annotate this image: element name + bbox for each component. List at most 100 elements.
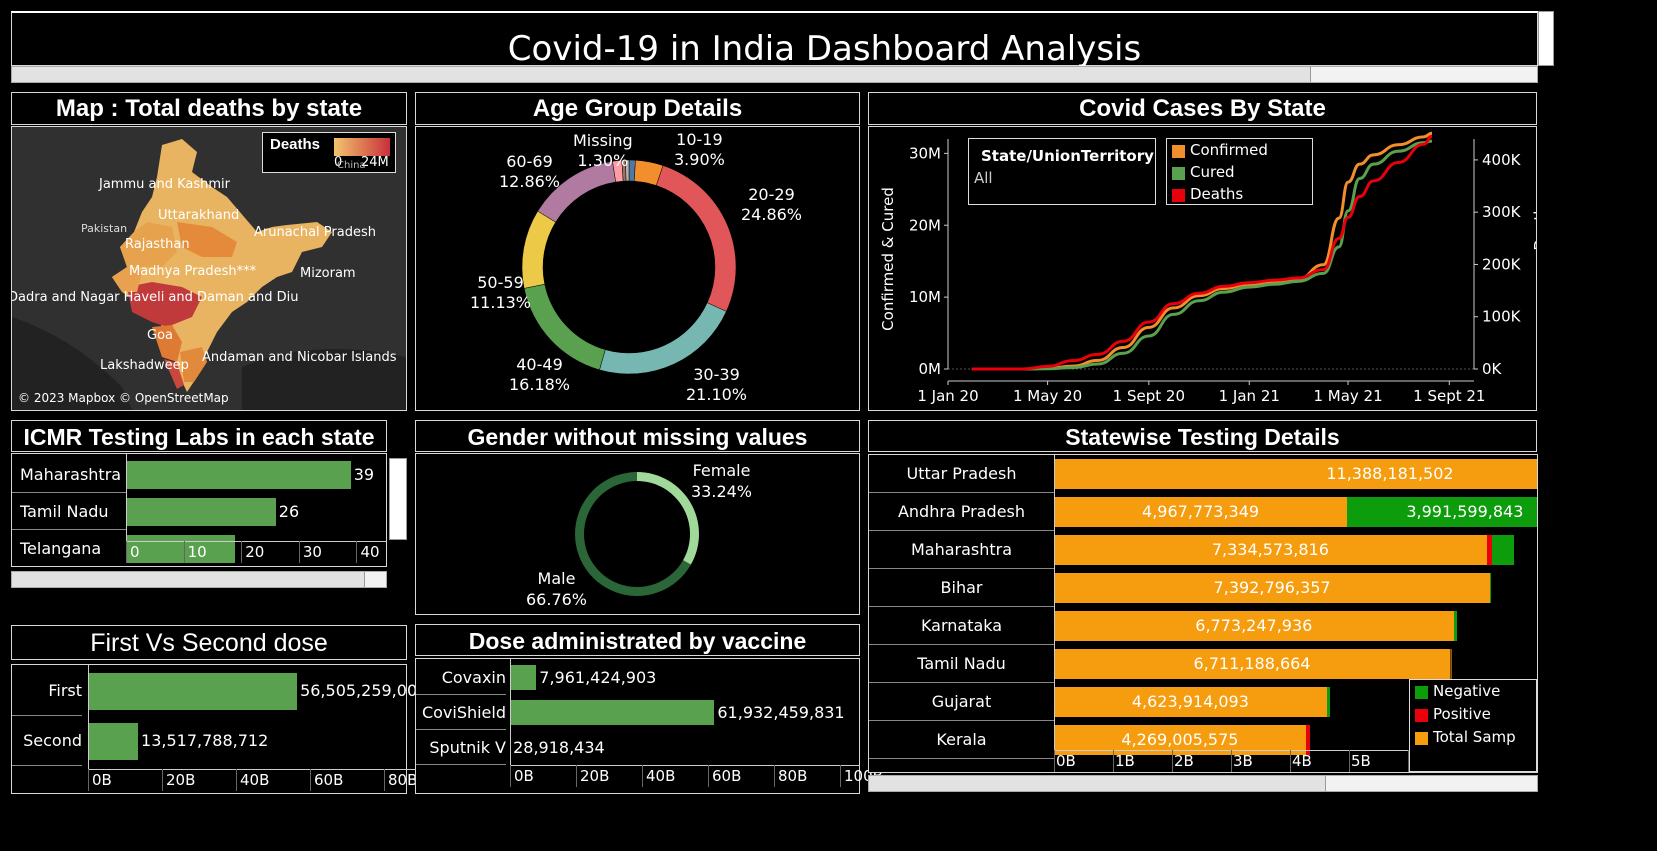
x-tick-mark	[126, 541, 127, 563]
map-label-goa: Goa	[147, 328, 173, 343]
map-label-dadra-daman-diu: Dadra and Nagar Haveli and Daman and Diu	[11, 290, 299, 305]
testing-title: Statewise Testing Details	[868, 420, 1537, 452]
y-tick-label: 20M	[909, 216, 941, 234]
x-tick-mark	[162, 769, 163, 791]
x-tick-label: 40B	[240, 771, 270, 789]
legend-swatch-deaths[interactable]	[1172, 189, 1185, 202]
labs-scrollbar[interactable]	[11, 571, 387, 588]
age-panel: 10-19 3.90% 20-29 24.86% 30-39 21.10% 40-49…	[415, 126, 860, 411]
legend-label-total-samp[interactable]: Total Samp	[1433, 728, 1516, 746]
labs-panel: Maharashtra 39 Tamil Nadu 26 Telangana 0 10 20 3…	[11, 453, 387, 567]
testing-panel: Uttar Pradesh 11,388,181,502 Andhra Prades…	[868, 454, 1538, 773]
scrollbar-thumb[interactable]	[12, 67, 1311, 82]
age-label-50-59: 50-59 11.13%	[470, 273, 532, 312]
x-tick-mark	[1113, 750, 1114, 772]
legend-swatch-cured[interactable]	[1172, 167, 1185, 180]
labs-title: ICMR Testing Labs in each state	[11, 420, 387, 452]
axis-line	[510, 765, 860, 766]
bar-segment-negative[interactable]	[1454, 611, 1457, 641]
bar-value-label: 3,991,599,843	[1406, 502, 1524, 521]
map-title: Map : Total deaths by state	[11, 92, 407, 125]
bar-value-label: 6,711,188,664	[1193, 654, 1311, 673]
age-label-40-49: 40-49 16.18%	[509, 355, 571, 394]
testing-state-label: Tamil Nadu	[869, 645, 1054, 683]
bar[interactable]	[88, 722, 139, 760]
bar[interactable]	[88, 672, 298, 710]
x-tick-mark	[384, 769, 385, 791]
x-tick-mark	[183, 541, 185, 563]
bar[interactable]	[510, 700, 715, 725]
scrollbar-thumb[interactable]	[12, 572, 365, 587]
legend-label-negative[interactable]: Negative	[1433, 682, 1500, 700]
scrollbar-thumb[interactable]	[869, 776, 1326, 791]
bar[interactable]	[510, 665, 537, 690]
age-donut-chart[interactable]	[416, 127, 859, 410]
map-panel[interactable]: Deaths 0 24M Jammu and Kashmir Pakistan …	[11, 126, 407, 411]
x-tick-label: 1 Sept 20	[1113, 387, 1185, 405]
x-tick-label: 3B	[1233, 752, 1253, 770]
age-slice-20-29[interactable]	[656, 165, 737, 312]
map-legend-title: Deaths	[270, 136, 321, 153]
map-attribution[interactable]: © 2023 Mapbox © OpenStreetMap	[18, 391, 229, 405]
labs-vscrollbar[interactable]	[389, 458, 407, 540]
cases-title: Covid Cases By State	[868, 92, 1537, 125]
x-tick-label: 80B	[778, 767, 808, 785]
bar[interactable]	[126, 460, 351, 489]
legend-swatch-confirmed[interactable]	[1172, 145, 1185, 158]
dose-bar-chart[interactable]: First 56,505,259,004 Second 13,517,788,712 0…	[12, 665, 478, 793]
x-tick-mark	[708, 765, 709, 787]
dose-panel: First 56,505,259,004 Second 13,517,788,712 0…	[11, 664, 478, 794]
legend-label-positive[interactable]: Positive	[1433, 705, 1491, 723]
legend-swatch-negative[interactable]	[1415, 686, 1428, 699]
legend-label-cured[interactable]: Cured	[1190, 163, 1235, 181]
state-filter[interactable]: State/UnionTerritory All	[968, 138, 1156, 205]
map-legend-gradient	[334, 138, 390, 156]
x-tick-label: 1B	[1115, 752, 1135, 770]
x-tick-label: 0B	[514, 767, 534, 785]
bar-category-label: Telangana	[12, 530, 126, 566]
x-tick-label: 0B	[92, 771, 112, 789]
testing-scrollbar[interactable]	[868, 775, 1538, 792]
bar-value-label: 6,773,247,936	[1195, 616, 1313, 635]
age-slice-30-39[interactable]	[599, 302, 727, 375]
bar-category-label: Second	[12, 716, 82, 766]
testing-state-label: Uttar Pradesh	[869, 455, 1054, 493]
age-label-30-39: 30-39 21.10%	[686, 365, 748, 404]
state-filter-value[interactable]: All	[974, 169, 993, 187]
bar-segment-negative[interactable]	[1450, 649, 1452, 679]
bar-segment-negative[interactable]	[1492, 535, 1515, 565]
bar-segment-negative[interactable]	[1490, 573, 1492, 603]
cases-panel: 0M 10M 20M 30M 0K 100K 200K 300K 400K 1 Jan 20 1 M…	[868, 126, 1549, 411]
bar-value-label: 39	[353, 465, 375, 484]
cases-legend: Confirmed Cured Deaths	[1166, 138, 1313, 205]
bar[interactable]	[126, 534, 236, 563]
vaccine-panel: Covaxin 7,961,424,903 CoviShield 61,932,459…	[415, 658, 883, 794]
x-tick-label: 0B	[1056, 752, 1076, 770]
legend-swatch-total-samp[interactable]	[1415, 732, 1428, 745]
bar[interactable]	[126, 497, 276, 526]
bar-value-label: 13,517,788,712	[141, 731, 269, 750]
dashboard-title: Covid-19 in India Dashboard Analysis	[507, 29, 1142, 69]
labs-bar-chart[interactable]: Maharashtra 39 Tamil Nadu 26 Telangana 0 10 20 3…	[12, 454, 386, 566]
map-label-arunachal-pradesh: Arunachal Pradesh	[254, 225, 376, 240]
x-tick-mark	[1231, 750, 1232, 772]
testing-state-label: Karnataka	[869, 607, 1054, 645]
bar-segment-negative[interactable]	[1327, 687, 1330, 717]
legend-label-deaths[interactable]: Deaths	[1190, 185, 1243, 203]
gender-slice-female[interactable]	[637, 472, 699, 565]
x-tick-mark	[510, 765, 511, 787]
y2-tick-label: 100K	[1482, 308, 1522, 326]
vaccine-bar-chart[interactable]: Covaxin 7,961,424,903 CoviShield 61,932,459…	[416, 659, 883, 793]
gender-panel: Female 33.24% Male 66.76%	[415, 453, 860, 615]
header-scrollbar[interactable]	[11, 66, 1538, 83]
legend-label-confirmed[interactable]: Confirmed	[1190, 141, 1268, 159]
bar-value-label: 4,623,914,093	[1131, 692, 1249, 711]
map-label-jammu-kashmir: Jammu and Kashmir	[99, 177, 230, 192]
bar-category-label: First	[12, 666, 82, 716]
gender-donut-chart[interactable]	[416, 454, 859, 614]
legend-swatch-positive[interactable]	[1415, 709, 1428, 722]
bar-category-label: CoviShield	[416, 695, 506, 730]
x-tick-label: 60B	[314, 771, 344, 789]
bar-value-label: 7,961,424,903	[539, 668, 657, 687]
age-label-60-69: 60-69 12.86%	[499, 152, 561, 191]
